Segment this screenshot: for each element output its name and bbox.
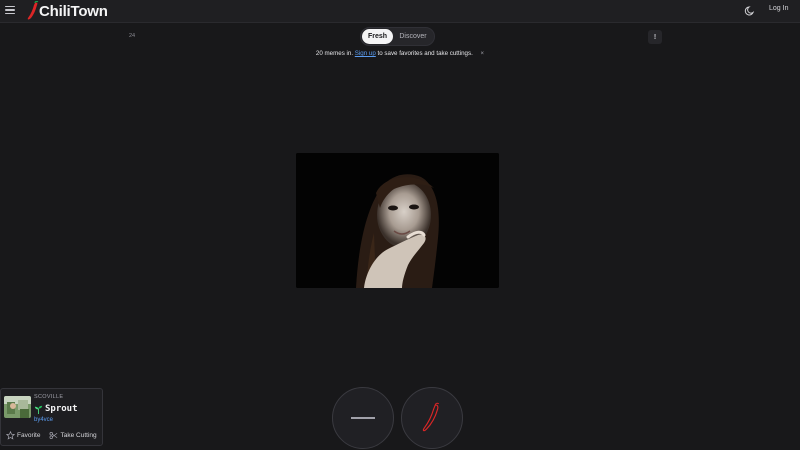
more-button[interactable]: ! <box>648 30 662 44</box>
take-cutting-label: Take Cutting <box>60 432 97 439</box>
spicy-button[interactable] <box>401 387 463 449</box>
tab-fresh[interactable]: Fresh <box>362 29 393 44</box>
star-icon <box>6 431 15 440</box>
logo[interactable]: ChiliTown <box>26 0 108 22</box>
notice-text-after: to save favorites and take cuttings. <box>377 50 473 57</box>
pass-icon <box>351 417 375 419</box>
username-link[interactable]: by4vce <box>34 417 53 423</box>
chili-logo-icon <box>27 1 39 20</box>
meme-image[interactable] <box>296 153 499 288</box>
rank-name: Sprout <box>34 404 78 414</box>
tab-discover[interactable]: Discover <box>394 29 432 44</box>
scissors-icon <box>50 431 58 440</box>
login-link[interactable]: Log In <box>766 4 791 13</box>
avatar[interactable] <box>4 396 31 418</box>
feed-tabs: Fresh Discover <box>360 27 435 46</box>
moon-icon[interactable] <box>744 4 757 17</box>
close-notice-button[interactable]: × <box>481 51 485 57</box>
signup-link[interactable]: Sign up <box>355 50 376 57</box>
card-actions: Favorite Take Cutting <box>6 431 97 440</box>
meme-counter: 24 <box>129 33 136 39</box>
menu-icon[interactable] <box>5 5 15 15</box>
pass-button[interactable] <box>332 387 394 449</box>
chili-icon <box>422 402 439 432</box>
rank-name-text: Sprout <box>45 404 78 414</box>
top-bar: ChiliTown Log In <box>0 0 800 23</box>
take-cutting-button[interactable]: Take Cutting <box>49 431 97 440</box>
sprout-icon <box>34 405 43 414</box>
user-card: SCOVILLE Sprout by4vce Favorite Take Cut… <box>0 388 103 446</box>
favorite-label: Favorite <box>17 432 41 439</box>
signup-notice: 20 memes in. Sign up to save favorites a… <box>0 50 800 57</box>
notice-text-before: 20 memes in. <box>315 50 354 57</box>
favorite-button[interactable]: Favorite <box>6 431 40 440</box>
rank-label: SCOVILLE <box>34 394 64 400</box>
logo-text: ChiliTown <box>39 2 108 20</box>
